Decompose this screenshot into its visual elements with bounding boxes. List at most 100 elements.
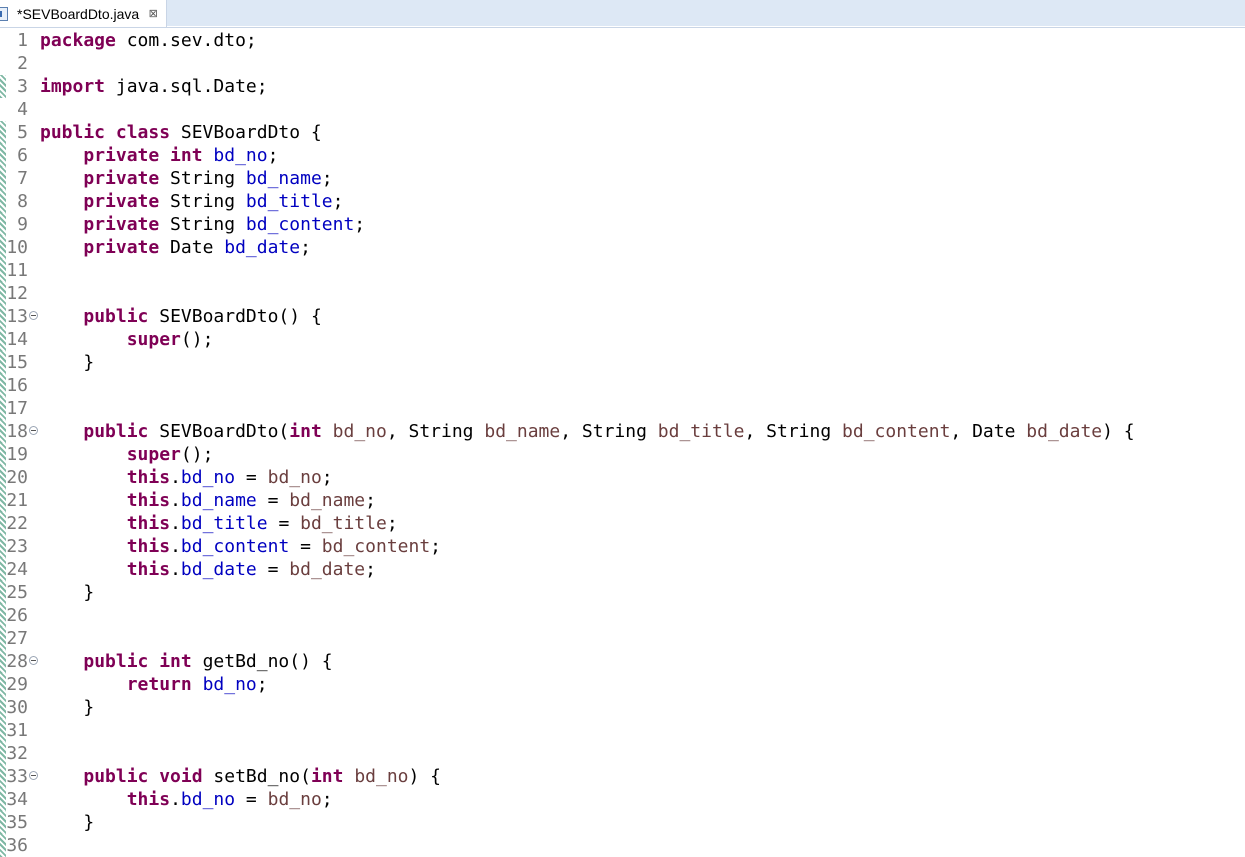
editor-tab[interactable]: *SEVBoardDto.java ⊠ [0, 0, 167, 27]
code-token: private [83, 168, 160, 189]
line-gutter: 19 [0, 443, 32, 466]
code-line[interactable]: 9 private String bd_content; [0, 213, 1245, 236]
code-token: String [159, 168, 246, 189]
code-line[interactable]: 33 public void setBd_no(int bd_no) { [0, 765, 1245, 788]
code-token: ; [321, 467, 333, 488]
code-text: import java.sql.Date; [40, 75, 268, 98]
line-gutter: 1 [0, 29, 32, 52]
code-line[interactable]: 32 [0, 742, 1245, 765]
code-token: bd_name [245, 168, 322, 189]
code-token: ; [386, 513, 398, 534]
code-line[interactable]: 4 [0, 98, 1245, 121]
code-line[interactable]: 36 [0, 834, 1245, 857]
code-token: ; [321, 168, 333, 189]
line-number: 30 [6, 697, 28, 718]
tab-bar-empty-area [167, 0, 1245, 26]
code-line[interactable]: 16 [0, 374, 1245, 397]
code-token: private [83, 214, 160, 235]
code-line[interactable]: 23 this.bd_content = bd_content; [0, 535, 1245, 558]
code-token: public [83, 421, 149, 442]
line-gutter: 11 [0, 259, 32, 282]
line-gutter: 6 [0, 144, 32, 167]
code-line[interactable]: 31 [0, 719, 1245, 742]
code-line[interactable]: 14 super(); [0, 328, 1245, 351]
code-line[interactable]: 22 this.bd_title = bd_title; [0, 512, 1245, 535]
code-line[interactable]: 17 [0, 397, 1245, 420]
code-token: super [126, 444, 181, 465]
code-line[interactable]: 20 this.bd_no = bd_no; [0, 466, 1245, 489]
code-text: return bd_no; [40, 673, 268, 696]
code-line[interactable]: 27 [0, 627, 1245, 650]
code-line[interactable]: 21 this.bd_name = bd_name; [0, 489, 1245, 512]
code-line[interactable]: 15 } [0, 351, 1245, 374]
line-gutter: 30 [0, 696, 32, 719]
code-line[interactable]: 7 private String bd_name; [0, 167, 1245, 190]
code-token: . [170, 536, 181, 557]
line-number: 10 [6, 237, 28, 258]
code-token: bd_no [213, 145, 268, 166]
code-line[interactable]: 5 public class SEVBoardDto { [0, 121, 1245, 144]
collapse-icon[interactable] [29, 311, 38, 320]
code-line[interactable]: 25 } [0, 581, 1245, 604]
code-token: String [159, 214, 246, 235]
code-line[interactable]: 6 private int bd_no; [0, 144, 1245, 167]
code-line[interactable]: 8 private String bd_title; [0, 190, 1245, 213]
line-number: 21 [6, 490, 28, 511]
line-gutter: 23 [0, 535, 32, 558]
code-line[interactable]: 11 [0, 259, 1245, 282]
code-token: = [267, 513, 301, 534]
line-number: 16 [6, 375, 28, 396]
code-line[interactable]: 29 return bd_no; [0, 673, 1245, 696]
collapse-icon[interactable] [29, 771, 38, 780]
code-token: int [289, 421, 322, 442]
code-line[interactable]: 34 this.bd_no = bd_no; [0, 788, 1245, 811]
line-gutter: 10 [0, 236, 32, 259]
collapse-icon[interactable] [29, 656, 38, 665]
line-gutter: 31 [0, 719, 32, 742]
code-text: public SEVBoardDto(int bd_no, String bd_… [40, 420, 1134, 443]
code-token: bd_no [332, 421, 387, 442]
code-token: ; [256, 674, 268, 695]
code-line[interactable]: 13 public SEVBoardDto() { [0, 305, 1245, 328]
code-editor[interactable]: 1 package com.sev.dto; 2 3 import java.sql.D… [0, 28, 1245, 857]
code-line[interactable]: 18 public SEVBoardDto(int bd_no, String … [0, 420, 1245, 443]
code-token: bd_title [245, 191, 333, 212]
line-number: 3 [17, 76, 28, 97]
code-line[interactable]: 30 } [0, 696, 1245, 719]
code-line[interactable]: 26 [0, 604, 1245, 627]
line-gutter: 24 [0, 558, 32, 581]
code-line[interactable]: 12 [0, 282, 1245, 305]
code-text: } [40, 696, 94, 719]
code-token: SEVBoardDto( [148, 421, 290, 442]
code-token: . [170, 490, 181, 511]
line-number: 31 [6, 720, 28, 741]
code-token: bd_date [289, 559, 366, 580]
line-gutter: 18 [0, 420, 38, 443]
line-gutter: 34 [0, 788, 32, 811]
code-line[interactable]: 2 [0, 52, 1245, 75]
code-token: this [126, 559, 171, 580]
collapse-icon[interactable] [29, 426, 38, 435]
code-line[interactable]: 3 import java.sql.Date; [0, 75, 1245, 98]
line-gutter: 28 [0, 650, 38, 673]
close-icon[interactable]: ⊠ [147, 7, 159, 20]
code-line[interactable]: 1 package com.sev.dto; [0, 29, 1245, 52]
code-line[interactable]: 19 super(); [0, 443, 1245, 466]
code-line[interactable]: 24 this.bd_date = bd_date; [0, 558, 1245, 581]
code-line[interactable]: 10 private Date bd_date; [0, 236, 1245, 259]
line-gutter: 8 [0, 190, 32, 213]
line-number: 35 [6, 812, 28, 833]
code-text: this.bd_no = bd_no; [40, 788, 333, 811]
code-text: this.bd_name = bd_name; [40, 489, 376, 512]
code-line[interactable]: 35 } [0, 811, 1245, 834]
line-number: 11 [6, 260, 28, 281]
code-line[interactable]: 28 public int getBd_no() { [0, 650, 1245, 673]
line-gutter: 13 [0, 305, 38, 328]
